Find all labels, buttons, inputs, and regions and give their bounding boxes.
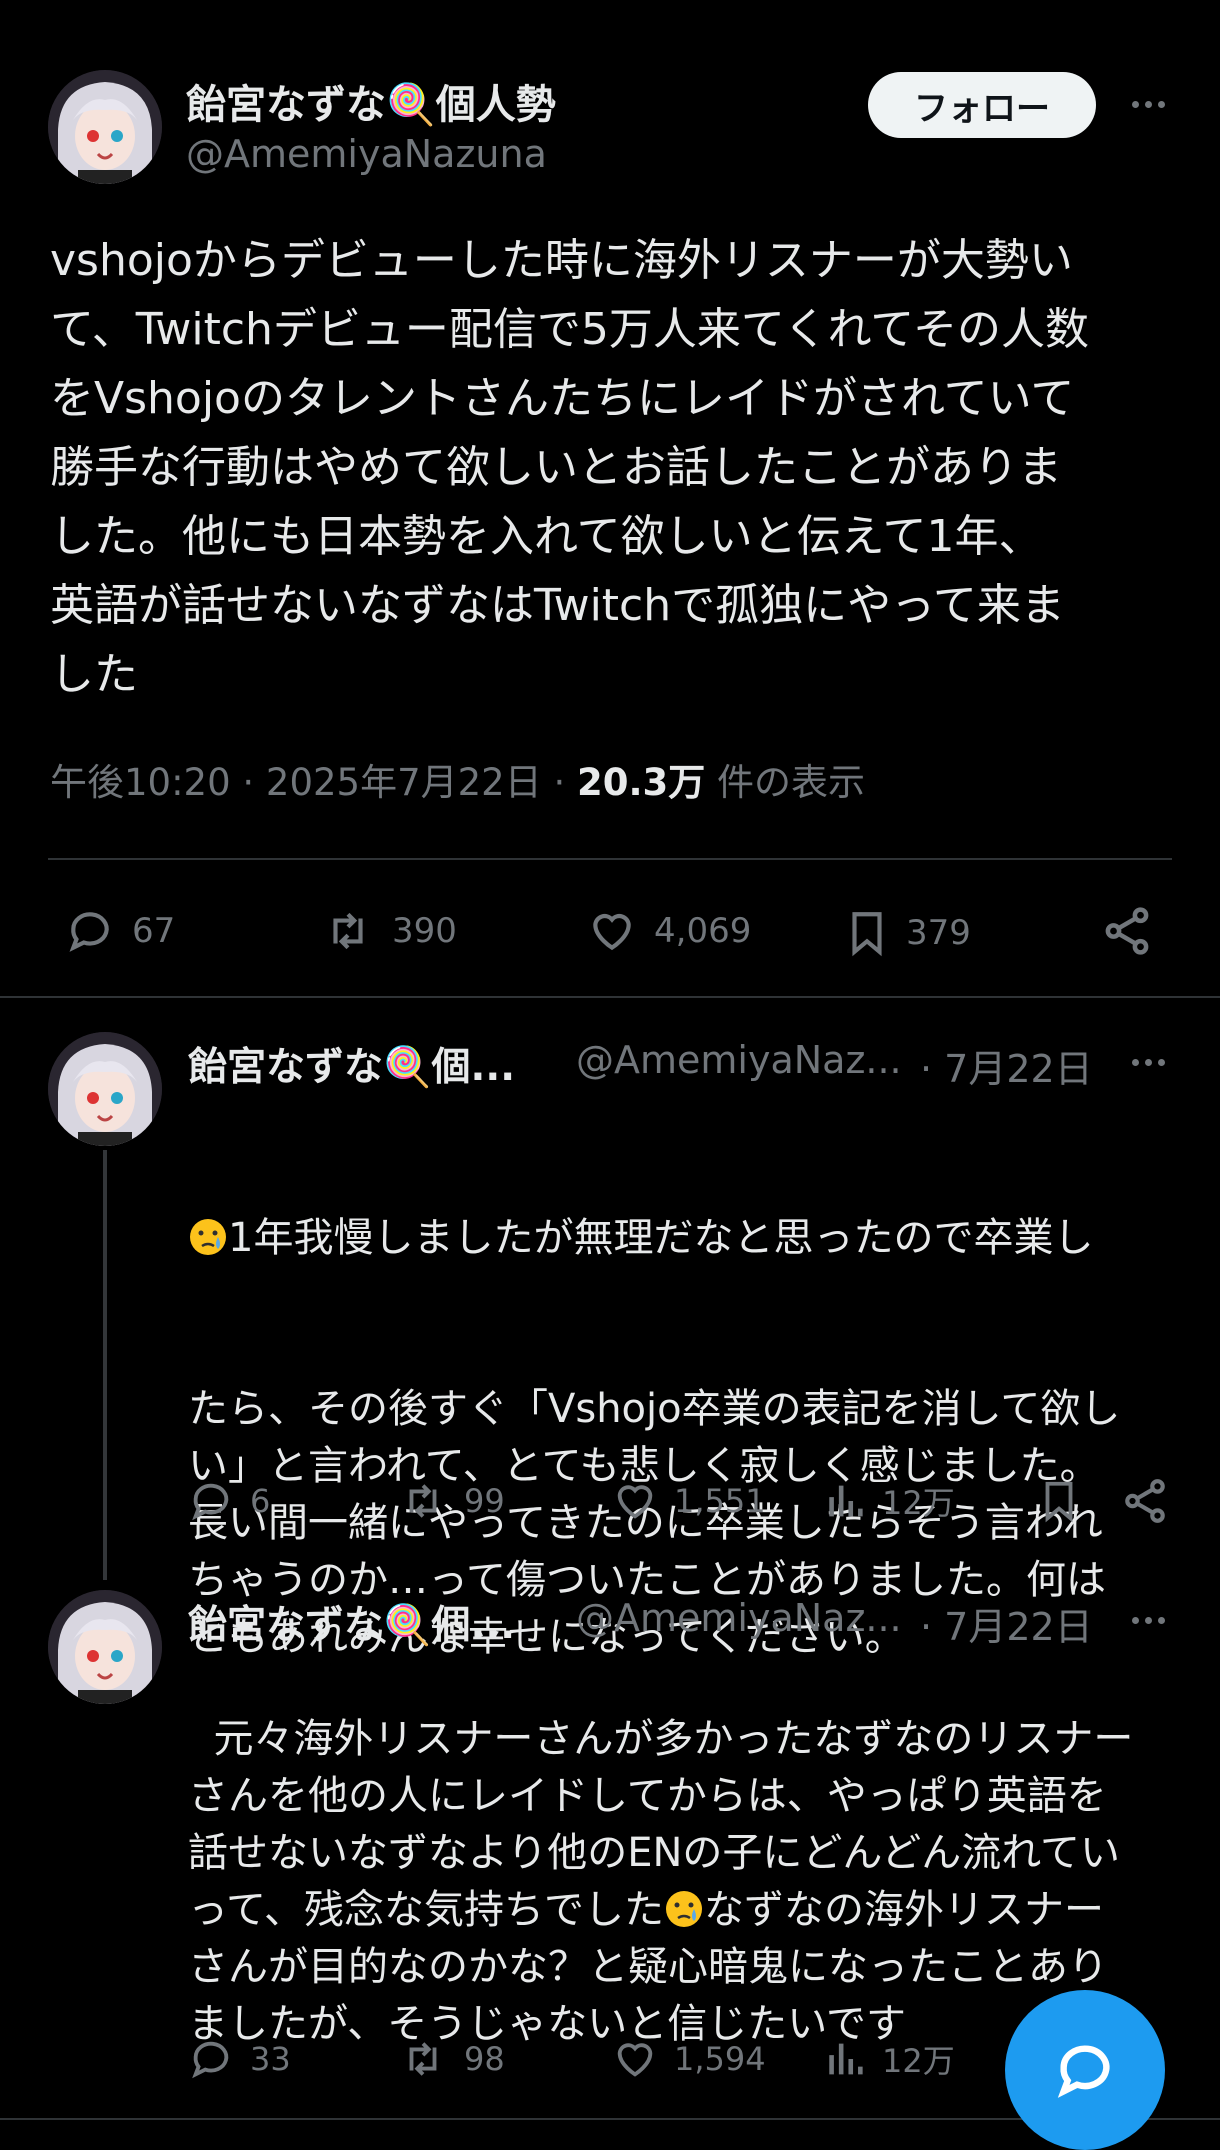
repost-button[interactable]: 99 [396,1478,505,1524]
avatar-image [48,70,162,184]
share-icon [1125,1479,1165,1523]
views-count: 12万 [882,2042,955,2080]
share-button[interactable] [1100,904,1168,958]
reply-date[interactable]: · 7月22日 [920,1596,1093,1651]
repost-button[interactable]: 390 [318,906,457,956]
follow-button[interactable]: フォロー [868,72,1096,138]
bookmark-icon [1045,1481,1073,1523]
sad-tear-emoji-icon [190,1219,226,1255]
chat-bubble-icon [1057,2045,1110,2098]
repost-count: 99 [464,1482,505,1520]
reply-button[interactable]: 67 [62,906,175,956]
repost-count: 390 [392,911,457,951]
repost-icon [333,912,363,950]
reply-text-line1: 1年我慢しましたが無理だなと思ったので卒業し [228,1215,1094,1261]
divider [48,858,1172,860]
reply-date[interactable]: · 7月22日 [920,1038,1093,1093]
reply-count: 6 [250,1482,271,1520]
post-time[interactable]: 午後10:20 · 2025年7月22日 · [50,761,577,804]
analytics-icon [829,2043,863,2075]
heart-icon [593,913,631,951]
reply-icon [69,912,109,952]
share-icon [1105,907,1149,955]
repost-button[interactable]: 98 [396,2036,505,2082]
view-count: 20.3万 [576,761,706,804]
like-button[interactable]: 1,551 [610,1478,766,1524]
repost-icon [409,1484,437,1518]
avatar[interactable] [48,1590,162,1704]
bookmark-count: 379 [906,913,971,953]
bookmark-icon [852,912,882,957]
reply-icon [192,1483,229,1521]
reply-text: 元々海外リスナーさんが多かったなずなのリスナー さんを他の人にレイドしてからは、… [188,1654,1178,2053]
divider [0,996,1220,998]
sad-tear-emoji-icon [666,1891,702,1927]
post-meta: 午後10:20 · 2025年7月22日 · 20.3万 件の表示 [50,752,865,806]
author-name[interactable]: 飴宮なずな🍭個人勢 [186,72,556,130]
avatar[interactable] [48,70,162,184]
heart-icon [617,1485,653,1519]
thread-line [103,1150,107,1580]
heart-icon [617,2043,653,2077]
reply-count: 67 [132,911,176,951]
bookmark-button[interactable]: 379 [842,906,971,960]
reply-author-name[interactable]: 飴宮なずな🍭個... [188,1036,515,1092]
reply-author-handle[interactable]: @AmemiyaNaz... [576,1038,902,1082]
views-button[interactable]: 12万 [822,1478,955,1524]
share-button[interactable] [1120,1476,1184,1526]
reply-count: 33 [250,2040,291,2078]
reply-button[interactable]: 6 [186,1478,270,1524]
reply-author-name[interactable]: 飴宮なずな🍭個... [188,1594,515,1650]
compose-reply-button[interactable] [1005,1990,1165,2150]
repost-count: 98 [464,2040,505,2078]
analytics-icon [829,1485,863,1517]
post-text: vshojoからデビューした時に海外リスナーが大勢い て、Twitchデビュー配… [50,235,1089,700]
reply-button[interactable]: 33 [186,2036,291,2082]
like-count: 1,594 [674,2040,766,2078]
views-button[interactable]: 12万 [822,2036,955,2082]
more-options-icon[interactable] [1118,1042,1178,1082]
more-options-icon[interactable] [1118,1600,1178,1640]
view-label: 件の表示 [705,761,866,804]
repost-icon [409,2042,437,2076]
avatar-image [48,1032,162,1146]
like-count: 1,551 [674,1482,766,1520]
reply-icon [192,2041,229,2079]
like-button[interactable]: 4,069 [584,906,751,956]
bookmark-button[interactable] [1036,1476,1096,1526]
more-options-icon[interactable] [1118,84,1178,124]
like-button[interactable]: 1,594 [610,2036,766,2082]
views-count: 12万 [882,1484,955,1522]
avatar[interactable] [48,1032,162,1146]
reply-author-handle[interactable]: @AmemiyaNaz... [576,1596,902,1640]
avatar-image [48,1590,162,1704]
author-handle[interactable]: @AmemiyaNazuna [186,132,547,176]
like-count: 4,069 [654,911,752,951]
